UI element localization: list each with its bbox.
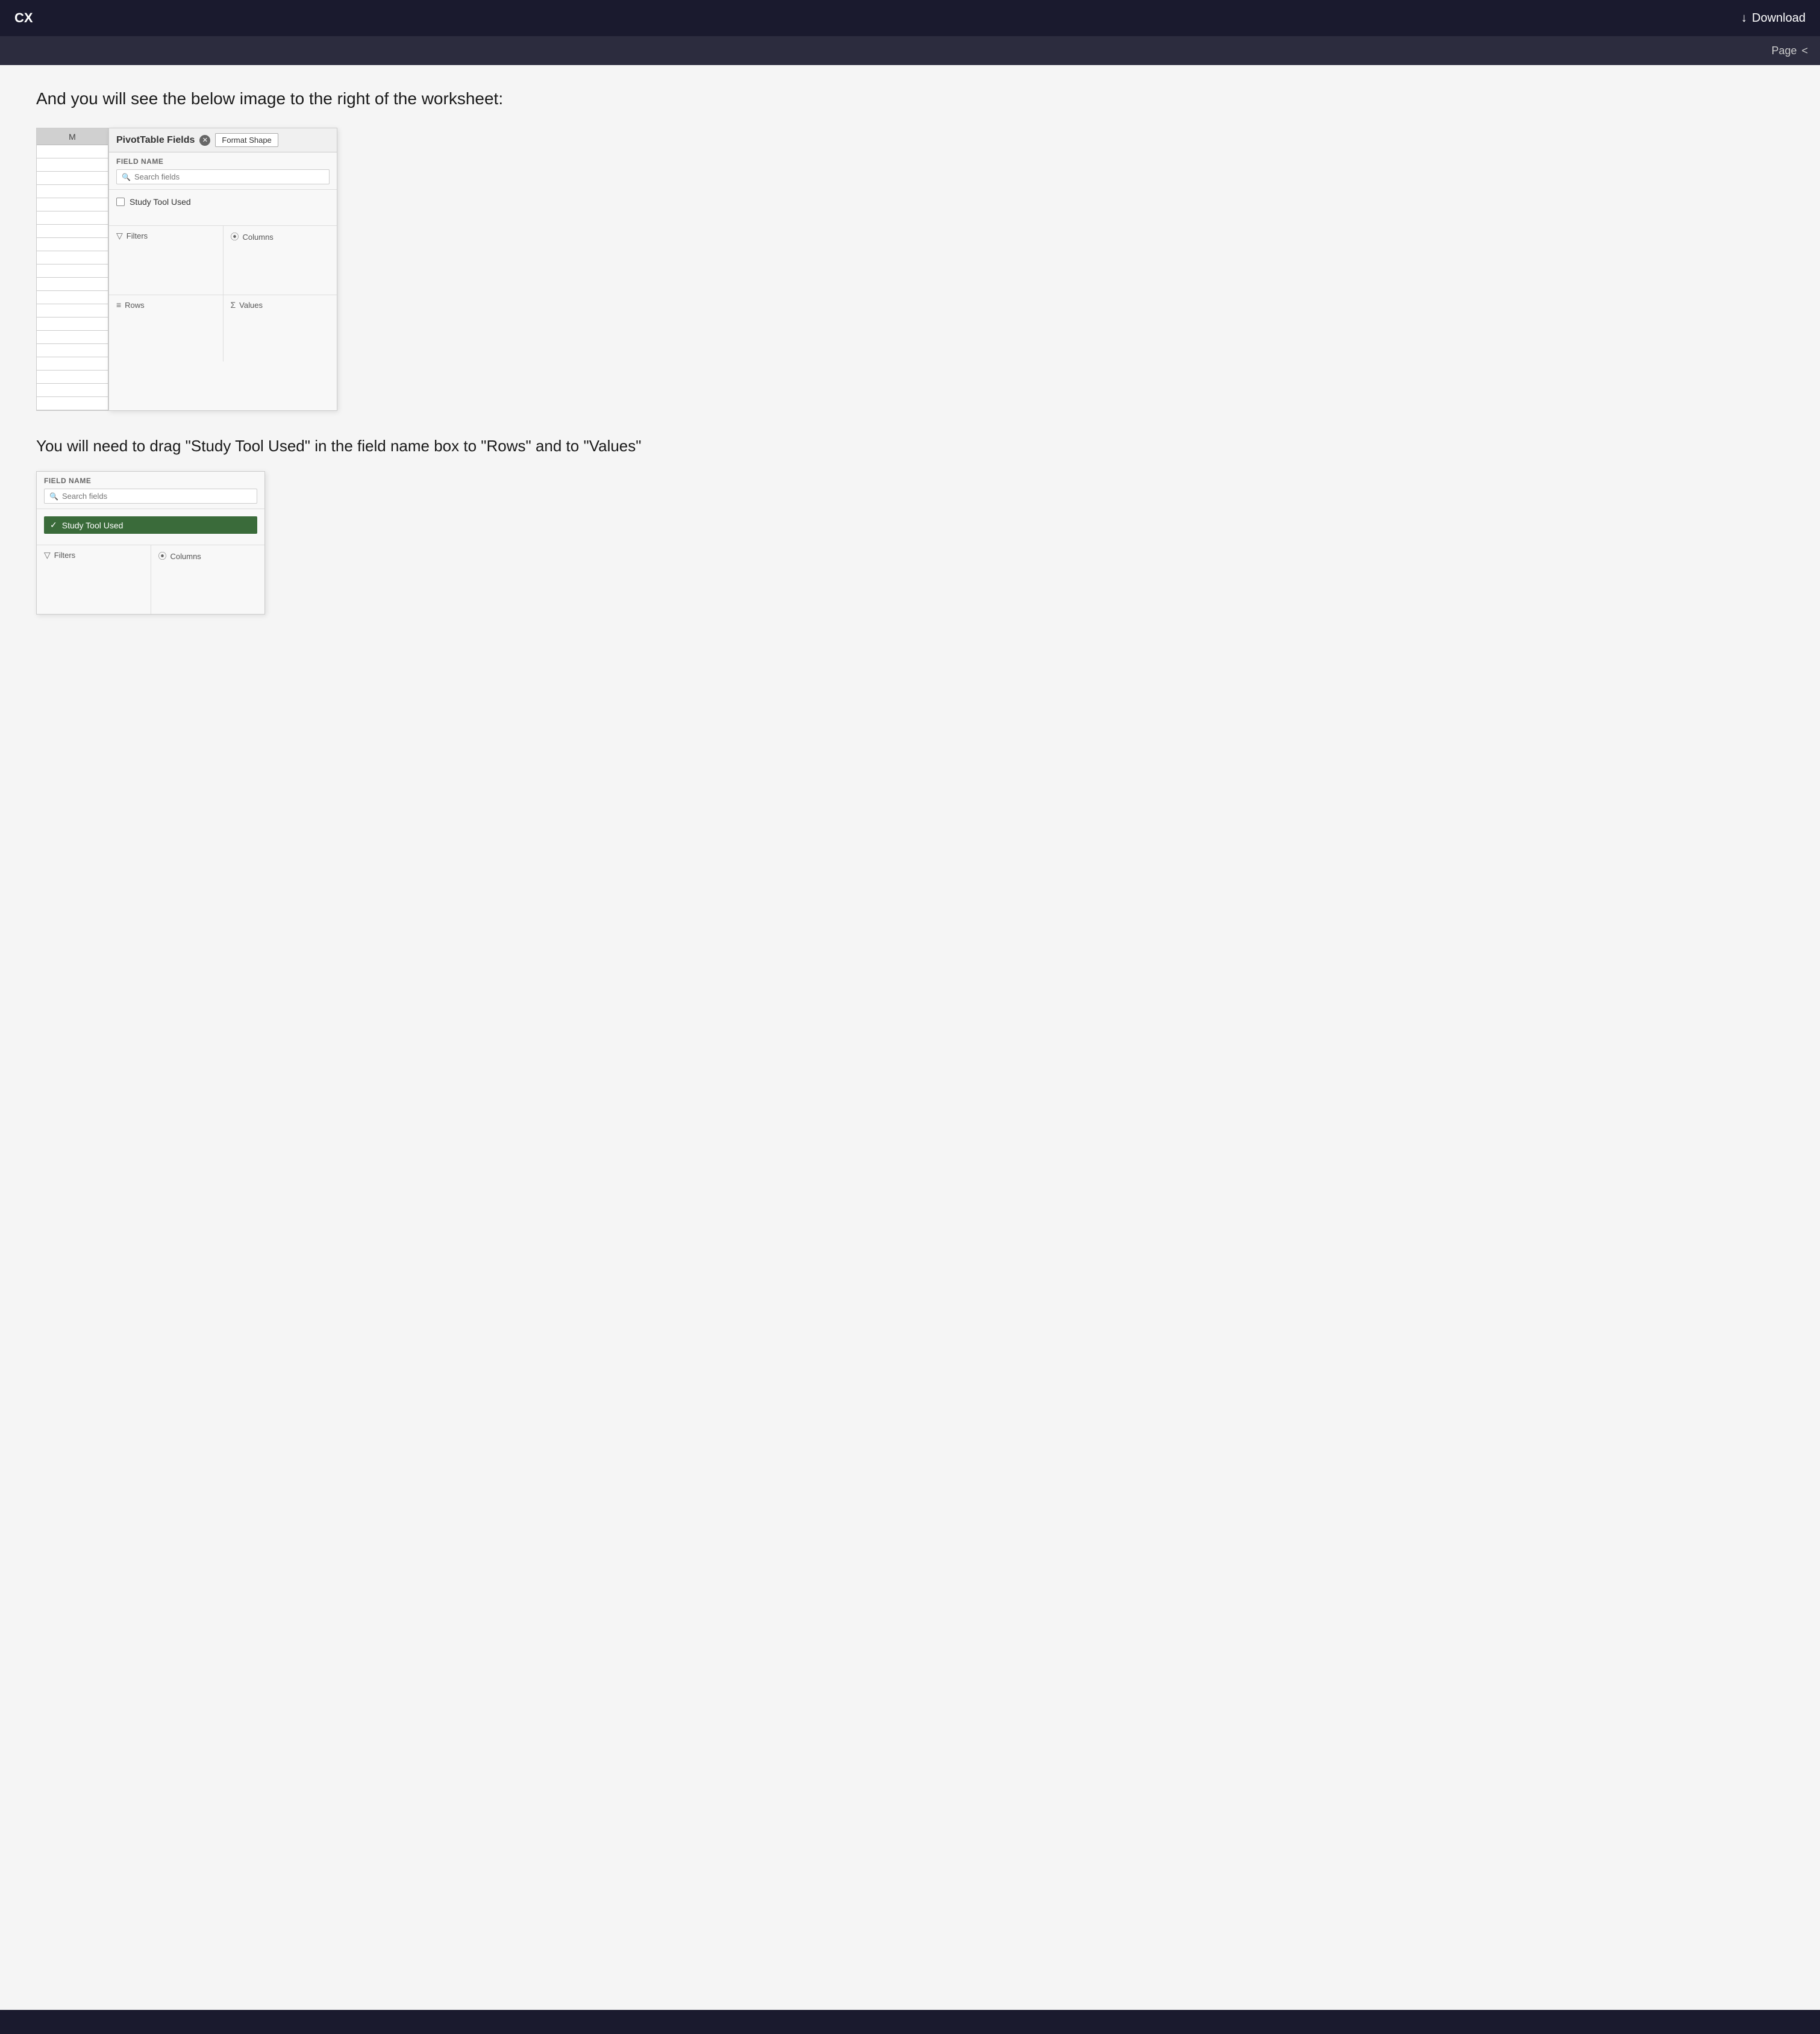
rows-icon: ≡	[116, 300, 121, 310]
download-icon: ↓	[1741, 11, 1747, 25]
field-label-checked-study-tool: Study Tool Used	[62, 521, 124, 530]
spreadsheet-row	[37, 278, 108, 291]
field-item-study-tool[interactable]: Study Tool Used	[116, 195, 330, 209]
filters-zone-header: ▽ Filters	[116, 231, 216, 241]
spreadsheet-column: M	[36, 128, 108, 411]
chevron-left-icon[interactable]: <	[1801, 45, 1808, 57]
values-zone-header: Σ Values	[231, 300, 330, 310]
spreadsheet-row	[37, 264, 108, 278]
top-bar: CX ↓ Download	[0, 0, 1820, 36]
spreadsheet-row	[37, 344, 108, 357]
spreadsheet-row	[37, 225, 108, 238]
main-content: And you will see the below image to the …	[0, 65, 1820, 2034]
filters-label-2: Filters	[54, 551, 75, 560]
sigma-icon: Σ	[231, 300, 236, 310]
columns-zone-content-2	[158, 567, 258, 609]
pivot-table-fields-panel-2: FIELD NAME 🔍 ✓ Study Tool Used ▽ F	[36, 471, 265, 615]
search-icon: 🔍	[122, 173, 131, 181]
field-list-2: ✓ Study Tool Used	[37, 509, 264, 545]
spreadsheet-row	[37, 198, 108, 211]
filters-zone-2: ▽ Filters	[37, 545, 151, 614]
search-box[interactable]: 🔍	[116, 169, 330, 184]
search-input[interactable]	[134, 172, 324, 181]
check-mark-icon: ✓	[50, 520, 57, 530]
rows-zone-header: ≡ Rows	[116, 300, 216, 310]
intro-text: And you will see the below image to the …	[36, 89, 1784, 108]
spreadsheet-row	[37, 172, 108, 185]
search-icon-2: 🔍	[49, 492, 58, 501]
pivot-table-fields-panel-1: PivotTable Fields ✕ Format Shape FIELD N…	[108, 128, 337, 411]
spreadsheet-rows	[37, 145, 108, 410]
spreadsheet-row	[37, 211, 108, 225]
filter-icon-2: ▽	[44, 550, 51, 560]
filters-zone-header-2: ▽ Filters	[44, 550, 143, 560]
spreadsheet-row	[37, 371, 108, 384]
columns-icon-2: ⦿	[158, 550, 167, 562]
rows-label: Rows	[125, 301, 145, 310]
columns-zone-header-2: ⦿ Columns	[158, 550, 258, 562]
field-item-checked-study-tool[interactable]: ✓ Study Tool Used	[44, 516, 257, 534]
spreadsheet-row	[37, 251, 108, 264]
filters-zone-content	[116, 246, 216, 288]
rows-zone: ≡ Rows	[109, 295, 223, 361]
format-shape-button[interactable]: Format Shape	[215, 133, 278, 147]
spreadsheet-row	[37, 185, 108, 198]
spreadsheet-row	[37, 291, 108, 304]
filters-label: Filters	[127, 231, 148, 240]
pivot-panel-header: PivotTable Fields ✕ Format Shape	[109, 128, 337, 152]
search-box-2[interactable]: 🔍	[44, 489, 257, 504]
filters-zone: ▽ Filters	[109, 226, 223, 295]
field-checkbox-study-tool[interactable]	[116, 198, 125, 206]
columns-zone: ⦿ Columns	[224, 226, 337, 295]
spreadsheet-row	[37, 384, 108, 397]
columns-zone-content	[231, 248, 330, 290]
columns-zone-header: ⦿ Columns	[231, 231, 330, 243]
app-label: CX	[14, 10, 33, 26]
columns-label: Columns	[243, 233, 274, 242]
values-label: Values	[239, 301, 263, 310]
values-zone-content	[231, 314, 330, 357]
pivot-panel-wrapper-1: M	[36, 128, 1784, 411]
field-name-label: FIELD NAME	[116, 157, 330, 166]
columns-zone-2: ⦿ Columns	[151, 545, 265, 614]
spreadsheet-row	[37, 357, 108, 371]
pivot-close-button[interactable]: ✕	[199, 135, 210, 146]
pivot-panel-title: PivotTable Fields	[116, 135, 195, 146]
sub-bar: Page <	[0, 36, 1820, 65]
download-button[interactable]: ↓ Download	[1741, 11, 1806, 25]
pivot-zones-2: ▽ Filters ⦿ Columns	[37, 545, 264, 614]
spreadsheet-row	[37, 238, 108, 251]
pivot-search-section-2: FIELD NAME 🔍	[37, 472, 264, 509]
spreadsheet-row	[37, 318, 108, 331]
columns-icon: ⦿	[231, 231, 239, 243]
spreadsheet-row	[37, 145, 108, 158]
columns-label-2: Columns	[170, 552, 201, 561]
field-label-study-tool: Study Tool Used	[130, 197, 191, 207]
page-label: Page	[1771, 45, 1797, 57]
rows-zone-content	[116, 314, 216, 357]
pivot-zones-1: ▽ Filters ⦿ Columns ≡ Rows	[109, 226, 337, 361]
spreadsheet-row	[37, 304, 108, 318]
filters-zone-content-2	[44, 565, 143, 607]
second-section: You will need to drag "Study Tool Used" …	[36, 435, 1784, 615]
field-list-1: Study Tool Used	[109, 190, 337, 226]
bottom-bar	[0, 2010, 1820, 2034]
download-label: Download	[1752, 11, 1806, 25]
filter-icon: ▽	[116, 231, 123, 241]
values-zone: Σ Values	[224, 295, 337, 361]
search-input-2[interactable]	[62, 492, 252, 501]
col-header: M	[37, 128, 108, 145]
spreadsheet-row	[37, 397, 108, 410]
pivot-search-section: FIELD NAME 🔍	[109, 152, 337, 190]
spreadsheet-row	[37, 158, 108, 172]
spreadsheet-row	[37, 331, 108, 344]
instruction-text: You will need to drag "Study Tool Used" …	[36, 435, 1784, 457]
field-name-label-2: FIELD NAME	[44, 477, 257, 485]
